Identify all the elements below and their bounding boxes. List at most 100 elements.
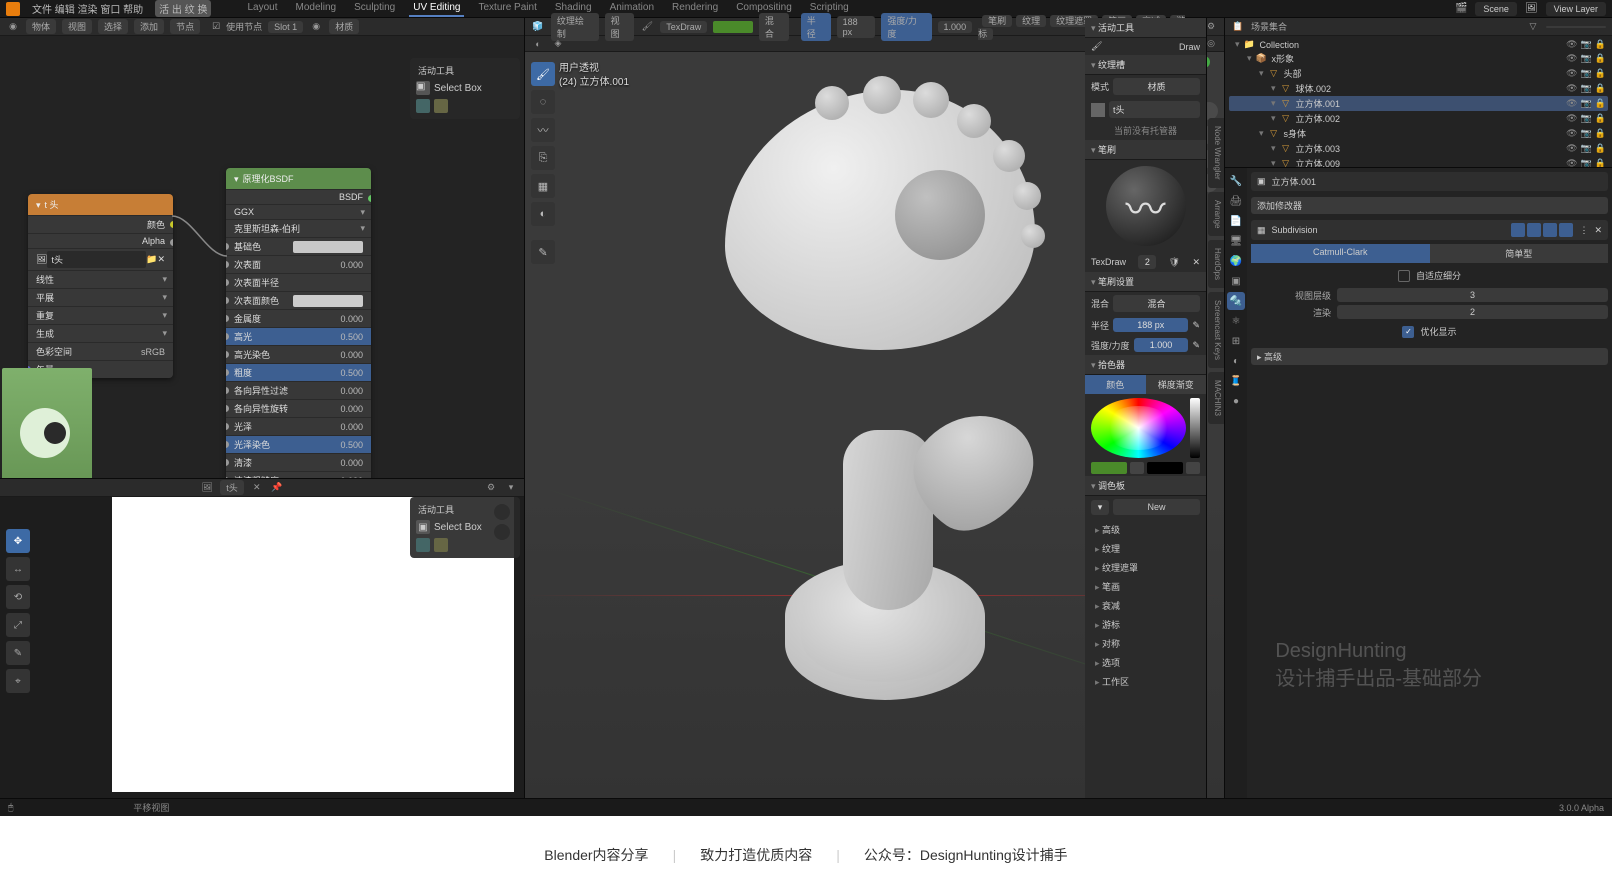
- outliner-item-立方体.009[interactable]: ▾▽立方体.009👁📷🔒: [1229, 156, 1608, 168]
- np-radius-field[interactable]: 188 px: [1113, 318, 1188, 332]
- np-section-纹理[interactable]: 纹理: [1085, 539, 1206, 558]
- props-tab-11[interactable]: ●: [1227, 392, 1245, 410]
- brush-color-swatch[interactable]: [713, 21, 753, 33]
- uv-tool-annotate[interactable]: ✎: [6, 641, 30, 665]
- mod-show-edit-icon[interactable]: [1527, 223, 1541, 237]
- np-section-高级[interactable]: 高级: [1085, 520, 1206, 539]
- shader-select-menu[interactable]: 选择: [98, 19, 128, 34]
- workspace-tab-texture-paint[interactable]: Texture Paint: [474, 0, 540, 17]
- np-brush-settings-header[interactable]: 笔刷设置: [1085, 272, 1206, 292]
- image-texture-node[interactable]: ▾t 头 颜色 Alpha 🖼t头📁✕ 线性平展重复生成 色彩空间sRGB 矢量: [28, 194, 173, 378]
- np-texslot-header[interactable]: 纹理槽: [1085, 55, 1206, 75]
- np-picker-header[interactable]: 拾色器: [1085, 355, 1206, 375]
- picker-gradient-tab[interactable]: 梯度渐变: [1146, 375, 1207, 394]
- adaptive-checkbox[interactable]: [1398, 270, 1410, 282]
- material-slot[interactable]: Slot 1: [268, 21, 303, 33]
- uv-tool-move[interactable]: ↔: [6, 557, 30, 581]
- props-tab-8[interactable]: ⊞: [1227, 332, 1245, 350]
- tool-smear[interactable]: 〰: [531, 118, 555, 142]
- menu-文件[interactable]: 文件: [32, 5, 52, 16]
- mod-show-render-icon[interactable]: [1559, 223, 1573, 237]
- menu-编辑[interactable]: 编辑: [55, 5, 75, 16]
- subdiv-catmull-tab[interactable]: Catmull-Clark: [1251, 244, 1430, 263]
- uv-tool-transform[interactable]: ✥: [6, 529, 30, 553]
- tool-mask[interactable]: ◐: [531, 202, 555, 226]
- props-tab-4[interactable]: 🌍: [1227, 252, 1245, 270]
- bsdf-金属度[interactable]: 金属度0.000: [226, 309, 371, 327]
- outliner-item-立方体.001[interactable]: ▾▽立方体.001👁📷🔒: [1229, 96, 1608, 111]
- bsdf-清漆[interactable]: 清漆0.000: [226, 453, 371, 471]
- np-section-选项[interactable]: 选项: [1085, 653, 1206, 672]
- blend-mode[interactable]: 混合: [759, 13, 789, 41]
- uv-expand-icon[interactable]: ▾: [504, 481, 518, 495]
- workspace-tab-sculpting[interactable]: Sculpting: [350, 0, 399, 17]
- bsdf-次表面[interactable]: 次表面0.000: [226, 255, 371, 273]
- principled-bsdf-node[interactable]: ▾原理化BSDF BSDF GGX 克里斯坦森-伯利 基础色次表面0.000次表…: [226, 168, 371, 478]
- vp-menu-笔刷[interactable]: 笔刷: [982, 15, 1012, 27]
- props-tab-7[interactable]: ⚛: [1227, 312, 1245, 330]
- image-node-alpha-output[interactable]: Alpha: [142, 236, 165, 246]
- shader-add-menu[interactable]: 添加: [134, 19, 164, 34]
- editor-type-icon[interactable]: ◉: [6, 20, 20, 34]
- uv-unlink-icon[interactable]: ✕: [250, 481, 264, 495]
- picker-color-tab[interactable]: 颜色: [1085, 375, 1146, 394]
- brush-fake-user-icon[interactable]: 🛡: [1169, 257, 1180, 268]
- tool-soften[interactable]: ◌: [531, 90, 555, 114]
- tool-icon-2[interactable]: [434, 99, 448, 113]
- shader-view-menu[interactable]: 视图: [62, 19, 92, 34]
- np-section-工作区[interactable]: 工作区: [1085, 672, 1206, 691]
- props-tab-2[interactable]: 📄: [1227, 212, 1245, 230]
- props-advanced[interactable]: ▸ 高级: [1251, 348, 1608, 365]
- outliner-item-x形象[interactable]: ▾📦x形象👁📷🔒: [1229, 51, 1608, 66]
- editor-type-icon[interactable]: 🧊: [531, 20, 545, 34]
- uv-tool-scale[interactable]: ⤢: [6, 613, 30, 637]
- bsdf-output[interactable]: BSDF: [339, 192, 363, 202]
- np-section-纹理遮罩[interactable]: 纹理遮罩: [1085, 558, 1206, 577]
- shader-node-menu[interactable]: 节点: [170, 19, 200, 34]
- color-wheel[interactable]: [1091, 398, 1186, 458]
- blender-logo-icon[interactable]: [6, 2, 20, 16]
- strength-field[interactable]: 1.000: [938, 21, 973, 33]
- shader-mode[interactable]: 物体: [26, 19, 56, 34]
- mod-show-viewport-icon[interactable]: [1543, 223, 1557, 237]
- radius-field[interactable]: 188 px: [837, 16, 876, 38]
- outliner-item-立方体.003[interactable]: ▾▽立方体.003👁📷🔒: [1229, 141, 1608, 156]
- outliner-search[interactable]: [1546, 26, 1606, 28]
- modifier-close-icon[interactable]: ✕: [1594, 225, 1602, 236]
- outliner-tree[interactable]: ▾📁Collection👁📷🔒▾📦x形象👁📷🔒▾▽头部👁📷🔒▾▽球体.002👁📷…: [1225, 36, 1612, 168]
- tool-draw[interactable]: 🖌: [531, 62, 555, 86]
- image-node-color-output[interactable]: 颜色: [147, 218, 165, 231]
- np-active-tool-header[interactable]: 活动工具: [1085, 18, 1206, 38]
- bsdf-distribution[interactable]: GGX: [226, 204, 371, 219]
- props-tab-6[interactable]: 🔩: [1227, 292, 1245, 310]
- workspace-tab-layout[interactable]: Layout: [243, 0, 281, 17]
- uv-tool-1[interactable]: [416, 538, 430, 552]
- image-node-生成[interactable]: 生成: [28, 324, 173, 342]
- np-section-游标[interactable]: 游标: [1085, 615, 1206, 634]
- menu-渲染[interactable]: 渲染: [78, 5, 98, 16]
- image-node-线性[interactable]: 线性: [28, 270, 173, 288]
- bsdf-各向异性旋转[interactable]: 各向异性旋转0.000: [226, 399, 371, 417]
- scene-name-field[interactable]: Scene: [1475, 2, 1517, 16]
- mod-show-cage-icon[interactable]: [1511, 223, 1525, 237]
- filter-icon[interactable]: ▽: [1526, 20, 1540, 34]
- material-name[interactable]: 材质: [329, 19, 359, 34]
- tool-clone[interactable]: ⎘: [531, 146, 555, 170]
- tool-fill[interactable]: ▦: [531, 174, 555, 198]
- image-browse-icon[interactable]: 🖼: [36, 254, 47, 265]
- optimal-display-checkbox[interactable]: ✓: [1402, 326, 1414, 338]
- image-name-field[interactable]: t头: [47, 251, 146, 268]
- np-brush-header[interactable]: 笔刷: [1085, 140, 1206, 160]
- use-nodes-checkbox[interactable]: 使用节点: [226, 20, 262, 33]
- np-section-衰减[interactable]: 衰减: [1085, 596, 1206, 615]
- workspace-tab-rendering[interactable]: Rendering: [668, 0, 722, 17]
- workspace-tab-uv-editing[interactable]: UV Editing: [409, 0, 464, 17]
- np-strength-field[interactable]: 1.000: [1134, 338, 1189, 352]
- value-slider[interactable]: [1190, 398, 1200, 458]
- image-node-重复[interactable]: 重复: [28, 306, 173, 324]
- image-unlink-icon[interactable]: ✕: [157, 254, 165, 265]
- modifier-header[interactable]: ▦ Subdivision ⋮ ✕: [1251, 220, 1608, 240]
- tool-icon-1[interactable]: [416, 99, 430, 113]
- np-palette-header[interactable]: 调色板: [1085, 476, 1206, 496]
- blend-field[interactable]: 混合: [1113, 295, 1200, 312]
